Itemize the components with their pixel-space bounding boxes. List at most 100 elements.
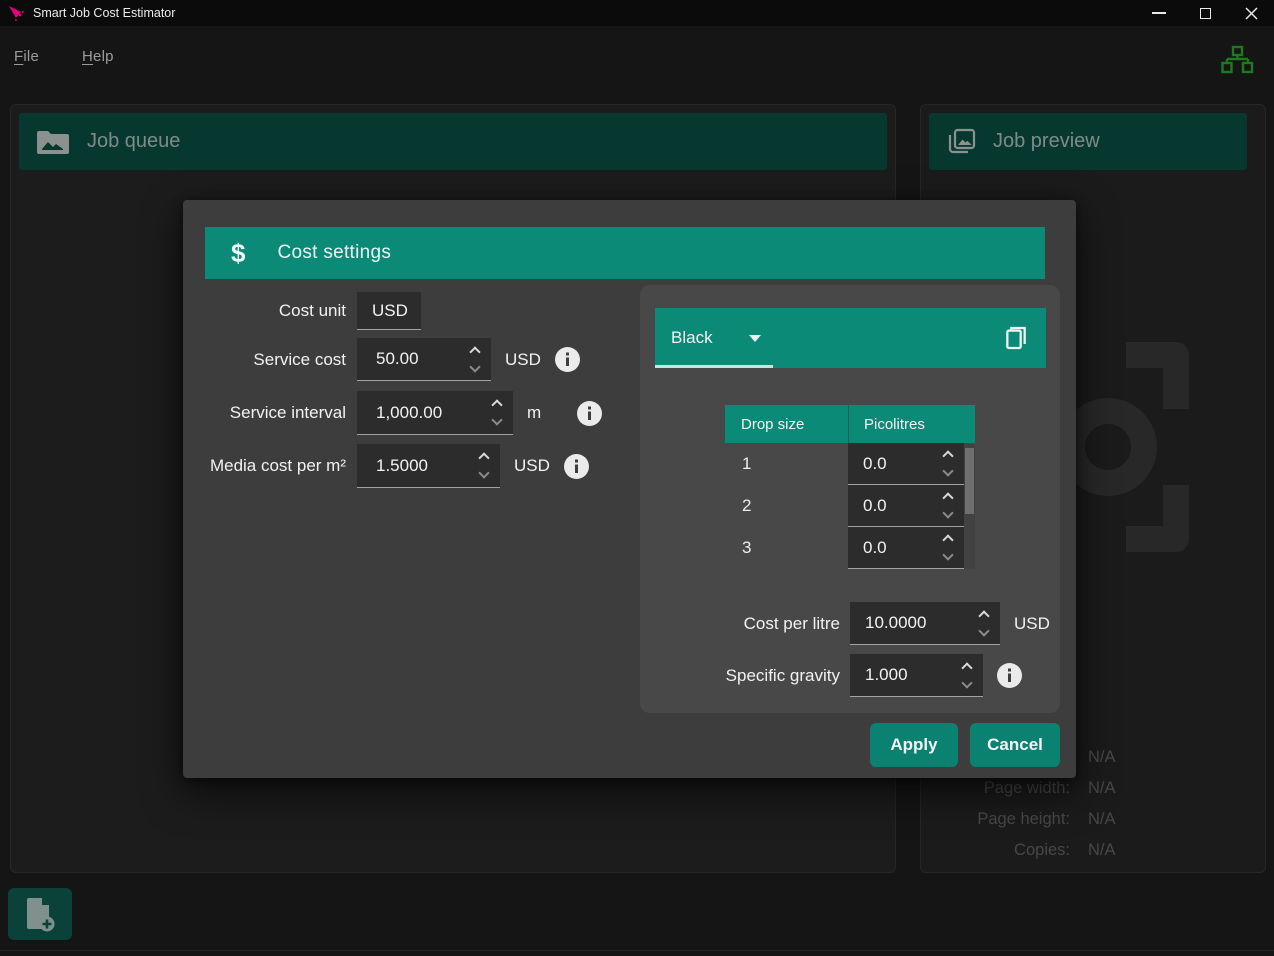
media-cost-value: 1.5000 [376, 456, 428, 476]
cost-per-litre-label: Cost per litre [640, 614, 840, 634]
cost-per-litre-input[interactable]: 10.0000 [850, 602, 1000, 645]
spin-up-icon[interactable] [942, 492, 953, 503]
info-label: Page width: [920, 779, 1070, 798]
maximize-icon [1200, 8, 1211, 19]
spinner-arrows[interactable] [941, 443, 955, 484]
spin-up-icon[interactable] [961, 662, 972, 673]
cost-unit-value: USD [372, 301, 408, 321]
cost-settings-dialog: $ Cost settings Cost unit USD Service co… [183, 200, 1076, 778]
info-value: N/A [1088, 841, 1116, 860]
info-icon[interactable] [577, 401, 602, 426]
service-interval-value: 1,000.00 [376, 403, 442, 423]
close-button[interactable] [1228, 0, 1274, 26]
folder-image-icon [35, 128, 71, 156]
table-row: 3 0.0 [725, 527, 975, 569]
menu-file[interactable]: File [14, 48, 39, 65]
spinner-arrows[interactable] [468, 338, 482, 380]
picolitres-input[interactable]: 0.0 [848, 527, 964, 569]
spin-up-icon[interactable] [978, 610, 989, 621]
picolitres-value: 0.0 [863, 496, 887, 516]
info-value: N/A [1088, 779, 1116, 798]
service-cost-value: 50.00 [376, 349, 419, 369]
cost-per-litre-value: 10.0000 [865, 613, 926, 633]
specific-gravity-row: Specific gravity 1.000 [640, 654, 1022, 697]
job-queue-header: Job queue [19, 113, 887, 170]
drop-size-header: Drop size [725, 405, 848, 443]
info-icon[interactable] [997, 663, 1022, 688]
title-bar: Smart Job Cost Estimator [0, 0, 1274, 26]
service-interval-unit: m [527, 403, 563, 423]
dollar-icon: $ [231, 238, 245, 269]
drop-size-cell: 2 [725, 485, 848, 527]
spin-up-icon[interactable] [478, 452, 489, 463]
menu-help[interactable]: Help [82, 48, 114, 65]
maximize-button[interactable] [1182, 0, 1228, 26]
minimize-button[interactable] [1136, 0, 1182, 26]
picolitres-input[interactable]: 0.0 [848, 485, 964, 527]
picolitres-value: 0.0 [863, 538, 887, 558]
spin-down-icon[interactable] [961, 677, 972, 688]
job-preview-header: Job preview [929, 113, 1247, 170]
drop-size-cell: 3 [725, 527, 848, 569]
spinner-arrows[interactable] [477, 444, 491, 487]
spin-up-icon[interactable] [942, 450, 953, 461]
info-icon[interactable] [555, 347, 580, 372]
spin-down-icon[interactable] [942, 549, 953, 560]
service-cost-row: Service cost 50.00 USD [183, 338, 580, 381]
spin-down-icon[interactable] [469, 361, 480, 372]
table-scrollbar[interactable] [964, 444, 975, 569]
service-cost-input[interactable]: 50.00 [357, 338, 491, 381]
chevron-down-icon[interactable] [749, 335, 761, 342]
job-queue-title: Job queue [87, 130, 180, 153]
apply-button[interactable]: Apply [870, 723, 958, 767]
window-title: Smart Job Cost Estimator [33, 6, 175, 20]
picolitres-header: Picolitres [848, 405, 975, 443]
media-cost-row: Media cost per m² 1.5000 USD [183, 444, 589, 488]
bottom-divider [0, 950, 1274, 951]
app-window: Smart Job Cost Estimator File Help [0, 0, 1274, 956]
spinner-arrows[interactable] [490, 391, 504, 434]
spin-down-icon[interactable] [491, 414, 502, 425]
info-icon[interactable] [564, 454, 589, 479]
info-value: N/A [1088, 748, 1116, 767]
specific-gravity-label: Specific gravity [640, 666, 840, 686]
info-value: N/A [1088, 810, 1116, 829]
spin-down-icon[interactable] [942, 507, 953, 518]
cost-unit-input[interactable]: USD [357, 292, 421, 330]
spinner-arrows[interactable] [977, 602, 991, 644]
info-label: Page height: [920, 810, 1070, 829]
scrollbar-thumb[interactable] [965, 448, 974, 514]
service-interval-row: Service interval 1,000.00 m [183, 391, 602, 435]
stacked-images-icon [945, 126, 977, 158]
channel-select[interactable]: Black [671, 328, 713, 348]
spinner-arrows[interactable] [960, 654, 974, 696]
service-interval-input[interactable]: 1,000.00 [357, 391, 513, 435]
copy-icon[interactable] [1000, 322, 1032, 354]
spin-up-icon[interactable] [942, 534, 953, 545]
add-job-button[interactable] [8, 888, 72, 940]
file-plus-icon [25, 896, 55, 932]
spinner-arrows[interactable] [941, 527, 955, 568]
spin-up-icon[interactable] [491, 399, 502, 410]
spin-down-icon[interactable] [942, 465, 953, 476]
table-header: Drop size Picolitres [725, 405, 975, 443]
cost-settings-header: $ Cost settings [205, 227, 1045, 279]
spin-down-icon[interactable] [978, 625, 989, 636]
network-icon[interactable] [1220, 44, 1254, 78]
cost-unit-row: Cost unit USD [183, 292, 421, 330]
media-cost-input[interactable]: 1.5000 [357, 444, 500, 488]
media-cost-label: Media cost per m² [183, 456, 346, 476]
specific-gravity-input[interactable]: 1.000 [850, 654, 983, 697]
spinner-arrows[interactable] [941, 485, 955, 526]
close-icon [1245, 7, 1258, 20]
specific-gravity-value: 1.000 [865, 665, 908, 685]
drop-size-table: Drop size Picolitres 1 0.0 2 [725, 405, 975, 569]
dialog-title: Cost settings [277, 242, 391, 264]
picolitres-input[interactable]: 0.0 [848, 443, 964, 485]
spin-up-icon[interactable] [469, 346, 480, 357]
spin-down-icon[interactable] [478, 467, 489, 478]
table-row: 1 0.0 [725, 443, 975, 485]
info-row: Page height: N/A [920, 804, 1190, 835]
cancel-button[interactable]: Cancel [970, 723, 1060, 767]
info-label: Copies: [920, 841, 1070, 860]
